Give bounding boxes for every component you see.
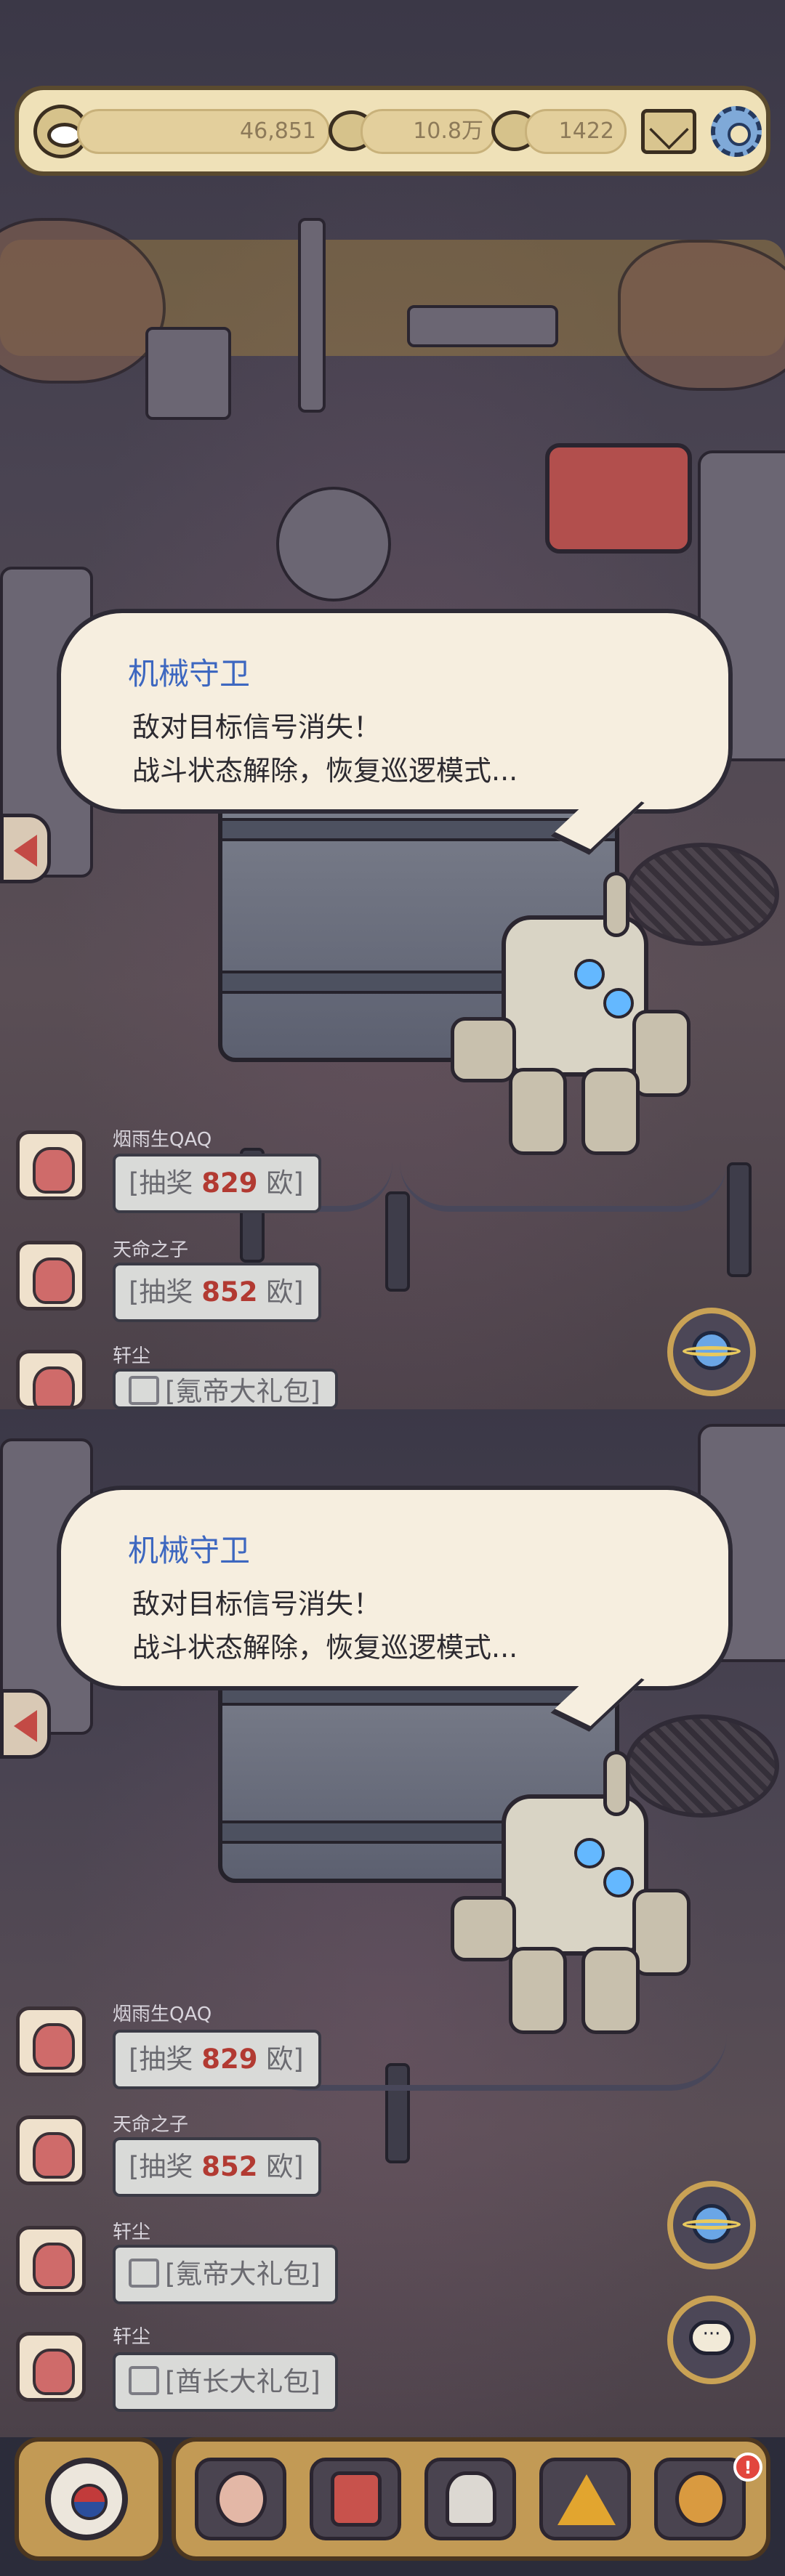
ring-icon <box>45 2458 128 2540</box>
mech-guard-robot[interactable] <box>451 872 691 1162</box>
avatar[interactable] <box>16 1130 86 1200</box>
feed-username: 烟雨生QAQ <box>113 1129 212 1151</box>
dialogue-line-1: 敌对目标信号消失！ <box>132 1588 382 1620</box>
lottery-amount: 852 <box>201 1276 258 1308</box>
left-arrow-button[interactable] <box>0 814 51 883</box>
dialogue-line-1: 敌对目标信号消失！ <box>132 711 382 743</box>
planet-icon <box>683 1331 741 1370</box>
snail-icon <box>216 2471 267 2527</box>
bed-sign <box>545 443 692 554</box>
dialogue-bubble[interactable]: 机械守卫 敌对目标信号消失！ 战斗状态解除，恢复巡逻模式... <box>57 609 733 855</box>
left-arrow-button[interactable] <box>0 1689 51 1759</box>
dialogue-line-2: 战斗状态解除，恢复巡逻模式... <box>132 755 518 787</box>
eye-count-pill: 46,851 <box>77 109 330 154</box>
dialogue-line-2: 战斗状态解除，恢复巡逻模式... <box>132 1632 518 1664</box>
feed-username: 轩尘 <box>113 2221 151 2243</box>
rope-post <box>727 1162 752 1277</box>
pipe <box>407 305 558 347</box>
avatar[interactable] <box>16 2115 86 2185</box>
snail-button[interactable] <box>195 2458 286 2540</box>
feed-message[interactable]: [抽奖 829 欧] <box>113 1154 321 1213</box>
feed-username: 天命之子 <box>113 2114 189 2136</box>
planet-button[interactable] <box>667 1308 756 1396</box>
statue-button[interactable] <box>424 2458 516 2540</box>
gift-icon <box>129 1375 159 1405</box>
avatar[interactable] <box>16 1241 86 1311</box>
pipe <box>298 218 326 413</box>
feed-username: 烟雨生QAQ <box>113 2004 212 2025</box>
feed-message[interactable]: [氪帝大礼包] <box>113 2245 338 2304</box>
gift-icon <box>129 2365 159 2395</box>
avatar[interactable] <box>16 2332 86 2402</box>
eye-count: 46,851 <box>240 118 316 144</box>
feed-message[interactable]: [酋长大礼包] <box>113 2352 338 2412</box>
rope-post <box>385 1191 410 1292</box>
feed-username: 轩尘 <box>113 1345 151 1367</box>
mech-guard-robot[interactable] <box>451 1751 691 2041</box>
bottom-dock: ! <box>172 2437 770 2561</box>
menu-ring-button[interactable] <box>15 2437 163 2561</box>
avatar[interactable] <box>16 2006 86 2076</box>
lottery-amount: 829 <box>201 2044 258 2075</box>
lottery-amount: 829 <box>201 1167 258 1199</box>
vent-machine <box>145 327 231 420</box>
rock <box>618 240 785 391</box>
avatar[interactable] <box>16 1350 86 1409</box>
feed-message[interactable]: [抽奖 829 欧] <box>113 2030 321 2089</box>
statue-icon <box>446 2471 496 2527</box>
chat-icon: ··· <box>689 2320 734 2355</box>
mail-icon[interactable] <box>641 109 696 154</box>
pyramid-button[interactable] <box>539 2458 631 2540</box>
notification-badge: ! <box>733 2453 762 2482</box>
key-button[interactable]: ! <box>654 2453 762 2540</box>
comment-count: 1422 <box>558 118 614 144</box>
avatar[interactable] <box>16 2226 86 2296</box>
chat-button[interactable]: ··· <box>667 2296 756 2384</box>
backpack-icon <box>331 2471 382 2527</box>
pyramid-icon <box>557 2474 616 2525</box>
planet-icon <box>683 2204 741 2243</box>
gift-icon <box>129 2258 159 2288</box>
speaker-name: 机械守卫 <box>128 656 251 692</box>
feed-message[interactable]: [抽奖 852 欧] <box>113 1263 321 1322</box>
planet-button[interactable] <box>667 2181 756 2269</box>
lottery-amount: 852 <box>201 2151 258 2182</box>
speaker-name: 机械守卫 <box>128 1533 251 1568</box>
porthole <box>276 487 391 602</box>
backpack-button[interactable] <box>310 2458 401 2540</box>
comment-count-pill: 1422 <box>525 109 627 154</box>
feed-username: 轩尘 <box>113 2326 151 2348</box>
dialogue-bubble[interactable]: 机械守卫 敌对目标信号消失！ 战斗状态解除，恢复巡逻模式... <box>57 1486 733 1732</box>
key-icon <box>675 2471 726 2527</box>
feed-message[interactable]: [氪帝大礼包] <box>113 1369 338 1409</box>
bubble-count-pill: 10.8万 <box>361 109 496 154</box>
feed-message[interactable]: [抽奖 852 欧] <box>113 2137 321 2197</box>
rope <box>400 1162 727 1212</box>
feed-username: 天命之子 <box>113 1239 189 1261</box>
gear-icon[interactable] <box>711 106 762 157</box>
bubble-count: 10.8万 <box>413 118 483 144</box>
top-status-bar: 46,851 10.8万 1422 <box>15 86 770 176</box>
